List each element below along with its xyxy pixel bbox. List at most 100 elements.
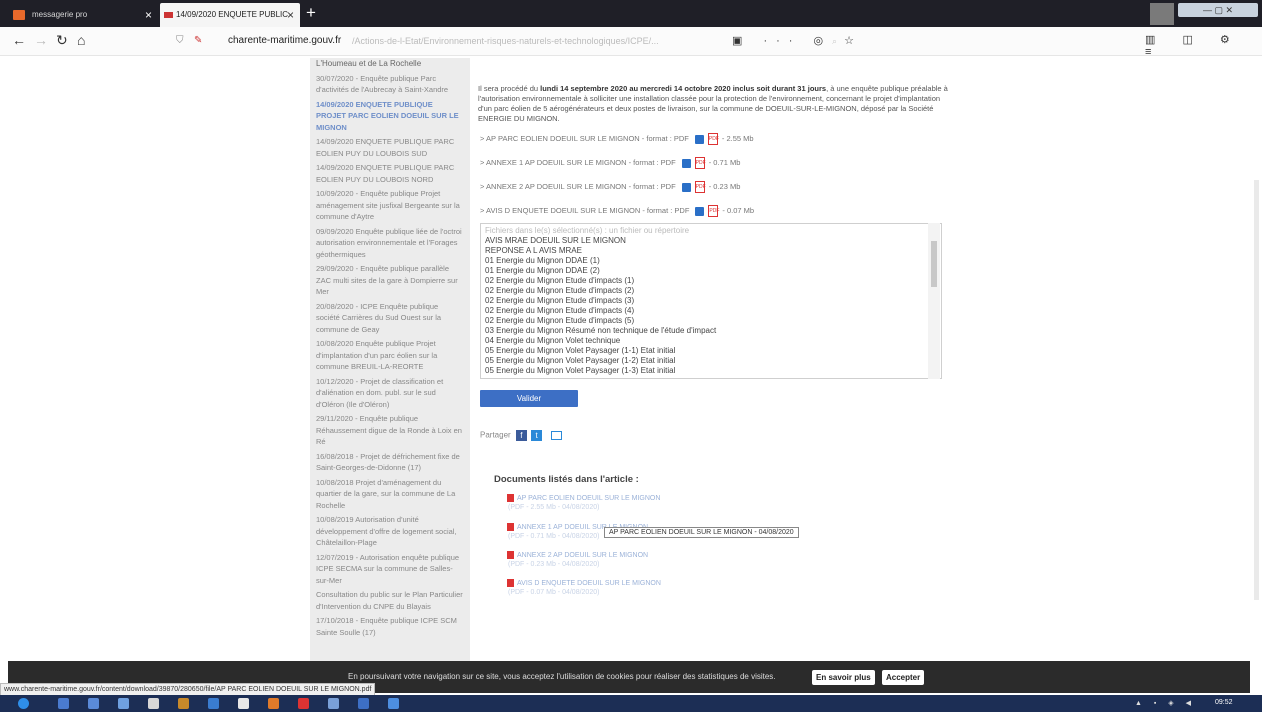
download-line[interactable]: > ANNEXE 2 AP DOEUIL SUR LE MIGNON - for…: [480, 181, 740, 193]
file-list-option[interactable]: 01 Energie du Mignon DDAE (2): [485, 266, 937, 276]
file-list-option[interactable]: 02 Energie du Mignon Etude d'impacts (1): [485, 276, 937, 286]
sidebar-item[interactable]: 14/09/2020 ENQUETE PUBLIQUE PARC EOLIEN …: [316, 136, 464, 159]
listed-document-link[interactable]: AVIS D ENQUETE DOEUIL SUR LE MIGNON (PDF …: [507, 579, 661, 597]
file-select-list[interactable]: Fichiers dans le(s) sélectionné(s) : un …: [480, 223, 942, 379]
taskbar-app-icon[interactable]: [298, 698, 309, 709]
search-icon[interactable]: ⌕: [832, 31, 837, 51]
sidebar-item[interactable]: 14/09/2020 ENQUETE PUBLIQUE PROJET PARC …: [316, 99, 464, 134]
file-list-option[interactable]: 02 Energie du Mignon Etude d'impacts (4): [485, 306, 937, 316]
close-tab-icon[interactable]: ×: [145, 3, 152, 27]
listed-document-link[interactable]: AP PARC EOLIEN DOEUIL SUR LE MIGNON (PDF …: [507, 494, 660, 512]
sidebar-item[interactable]: 14/09/2020 ENQUETE PUBLIQUE PARC EOLIEN …: [316, 162, 464, 185]
sidebar-item[interactable]: 20/08/2020 - ICPE Enquête publique socié…: [316, 301, 464, 336]
link-tooltip: AP PARC EOLIEN DOEUIL SUR LE MIGNON - 04…: [604, 527, 799, 538]
home-icon[interactable]: ⌂: [77, 30, 85, 50]
pdf-icon[interactable]: PDF: [694, 181, 706, 193]
listed-document-link[interactable]: ANNEXE 2 AP DOEUIL SUR LE MIGNON (PDF - 0…: [507, 551, 648, 569]
new-tab-icon[interactable]: +: [306, 2, 316, 24]
toolbar-icons[interactable]: ▥ ◫ ⚙ ≡: [1145, 33, 1262, 58]
sidebar-item[interactable]: 10/12/2020 - Projet de classification et…: [316, 376, 464, 411]
taskbar-app-icon[interactable]: [58, 698, 69, 709]
sidebar-item[interactable]: 10/09/2020 - Enquête publique Projet amé…: [316, 188, 464, 223]
mail-favicon-icon: [13, 10, 25, 20]
sidebar-item[interactable]: 10/08/2020 Enquête publique Projet d'imp…: [316, 338, 464, 373]
taskbar-app-icon[interactable]: [388, 698, 399, 709]
download-label[interactable]: > AP PARC EOLIEN DOEUIL SUR LE MIGNON - …: [480, 134, 689, 143]
file-list-option[interactable]: AVIS MRAE DOEUIL SUR LE MIGNON: [485, 236, 937, 246]
email-icon[interactable]: [551, 431, 563, 440]
window-controls[interactable]: — ▢ ✕: [1178, 3, 1258, 17]
page-action-icons[interactable]: ▣ ··· ◎ ☆: [732, 31, 863, 51]
save-icon[interactable]: [681, 158, 691, 168]
download-line[interactable]: > ANNEXE 1 AP DOEUIL SUR LE MIGNON - for…: [480, 157, 740, 169]
taskbar-app-icon[interactable]: [208, 698, 219, 709]
pdf-icon[interactable]: PDF: [708, 205, 719, 217]
file-list-option[interactable]: 04 Energie du Mignon Volet technique: [485, 336, 937, 346]
taskbar-app-icon[interactable]: [88, 698, 99, 709]
permissions-icon[interactable]: ✎: [194, 31, 202, 51]
back-icon[interactable]: ←: [12, 30, 26, 50]
document-title[interactable]: AVIS D ENQUETE DOEUIL SUR LE MIGNON: [508, 579, 661, 588]
validate-button[interactable]: Valider: [480, 390, 578, 407]
forward-icon[interactable]: →: [34, 30, 48, 50]
file-list-option[interactable]: REPONSE A L AVIS MRAE: [485, 246, 937, 256]
sidebar-item[interactable]: Consultation du public sur le Plan Parti…: [316, 589, 464, 612]
save-icon[interactable]: [695, 206, 705, 216]
page-scrollbar[interactable]: [1250, 56, 1262, 656]
taskbar-app-icon[interactable]: [148, 698, 159, 709]
save-icon[interactable]: [694, 134, 704, 144]
sidebar-item[interactable]: 09/09/2020 Enquête publique liée de l'oc…: [316, 226, 464, 261]
sidebar-item[interactable]: 10/08/2018 Projet d'aménagement du quart…: [316, 477, 464, 512]
scroll-thumb[interactable]: [1254, 180, 1259, 600]
taskbar-app-icon[interactable]: [118, 698, 129, 709]
file-list-option[interactable]: 05 Energie du Mignon Volet Paysager (1-1…: [485, 346, 937, 356]
learn-more-button[interactable]: En savoir plus: [812, 670, 875, 685]
sidebar-item[interactable]: 12/07/2019 - Autorisation enquête publiq…: [316, 552, 464, 587]
url-path: /Actions-de-l-Etat/Environnement-risques…: [352, 36, 659, 46]
sidebar-item[interactable]: 16/08/2018 - Projet de défrichement fixe…: [316, 451, 464, 474]
scroll-thumb[interactable]: [931, 241, 937, 287]
pdf-icon[interactable]: PDF: [694, 157, 706, 169]
taskbar-app-icon[interactable]: [238, 698, 249, 709]
sidebar-item[interactable]: 29/09/2020 - Enquête publique parallèle …: [316, 263, 464, 298]
sidebar-item[interactable]: 29/11/2020 - Enquête publique Réhausseme…: [316, 413, 464, 448]
file-list-scrollbar[interactable]: [928, 223, 940, 379]
taskbar-app-icon[interactable]: [268, 698, 279, 709]
system-tray-icons[interactable]: ▲ ▪ ◈ ◀: [1135, 699, 1196, 707]
start-button-icon[interactable]: [18, 698, 29, 709]
document-title[interactable]: AP PARC EOLIEN DOEUIL SUR LE MIGNON: [508, 494, 660, 503]
url-bar[interactable]: ⛉ ✎ charente-maritime.gouv.fr /Actions-d…: [172, 31, 912, 51]
pdf-icon[interactable]: PDF: [707, 133, 719, 145]
close-tab-icon[interactable]: ×: [287, 3, 294, 27]
avatar[interactable]: [1150, 3, 1174, 25]
file-list-option[interactable]: 02 Energie du Mignon Etude d'impacts (2): [485, 286, 937, 296]
file-list-option[interactable]: 05 Energie du Mignon Volet Paysager (1-2…: [485, 356, 937, 366]
sidebar-item[interactable]: 30/07/2020 - Enquête publique Parc d'act…: [316, 73, 464, 96]
share-bar: Partager f t: [480, 430, 563, 441]
sidebar-item[interactable]: L'Houmeau et de La Rochelle: [316, 58, 464, 70]
sidebar-item[interactable]: 10/08/2019 Autorisation d'unité développ…: [316, 514, 464, 549]
file-list-option[interactable]: 01 Energie du Mignon DDAE (1): [485, 256, 937, 266]
tab-enquete[interactable]: 14/09/2020 ENQUETE PUBLIC ×: [160, 3, 300, 27]
download-label[interactable]: > AVIS D ENQUETE DOEUIL SUR LE MIGNON - …: [480, 206, 689, 215]
file-list-option[interactable]: Fichiers dans le(s) sélectionné(s) : un …: [485, 226, 937, 236]
file-list-option[interactable]: 02 Energie du Mignon Etude d'impacts (3): [485, 296, 937, 306]
file-list-option[interactable]: 05 Energie du Mignon Volet Paysager (1-3…: [485, 366, 937, 376]
reload-icon[interactable]: ↻: [56, 30, 68, 50]
accept-cookies-button[interactable]: Accepter: [882, 670, 925, 685]
file-list-option[interactable]: 02 Energie du Mignon Etude d'impacts (5): [485, 316, 937, 326]
download-label[interactable]: > ANNEXE 2 AP DOEUIL SUR LE MIGNON - for…: [480, 182, 676, 191]
document-title[interactable]: ANNEXE 2 AP DOEUIL SUR LE MIGNON: [508, 551, 648, 560]
save-icon[interactable]: [681, 182, 691, 192]
taskbar-app-icon[interactable]: [358, 698, 369, 709]
sidebar-item[interactable]: 17/10/2018 - Enquête publique ICPE SCM S…: [316, 615, 464, 638]
download-line[interactable]: > AP PARC EOLIEN DOEUIL SUR LE MIGNON - …: [480, 133, 754, 145]
download-label[interactable]: > ANNEXE 1 AP DOEUIL SUR LE MIGNON - for…: [480, 158, 676, 167]
twitter-icon[interactable]: t: [531, 430, 543, 441]
taskbar-app-icon[interactable]: [328, 698, 339, 709]
taskbar-app-icon[interactable]: [178, 698, 189, 709]
file-list-option[interactable]: 03 Energie du Mignon Résumé non techniqu…: [485, 326, 937, 336]
facebook-icon[interactable]: f: [515, 430, 527, 441]
tab-messagerie[interactable]: messagerie pro ×: [4, 3, 158, 27]
download-line[interactable]: > AVIS D ENQUETE DOEUIL SUR LE MIGNON - …: [480, 205, 754, 217]
